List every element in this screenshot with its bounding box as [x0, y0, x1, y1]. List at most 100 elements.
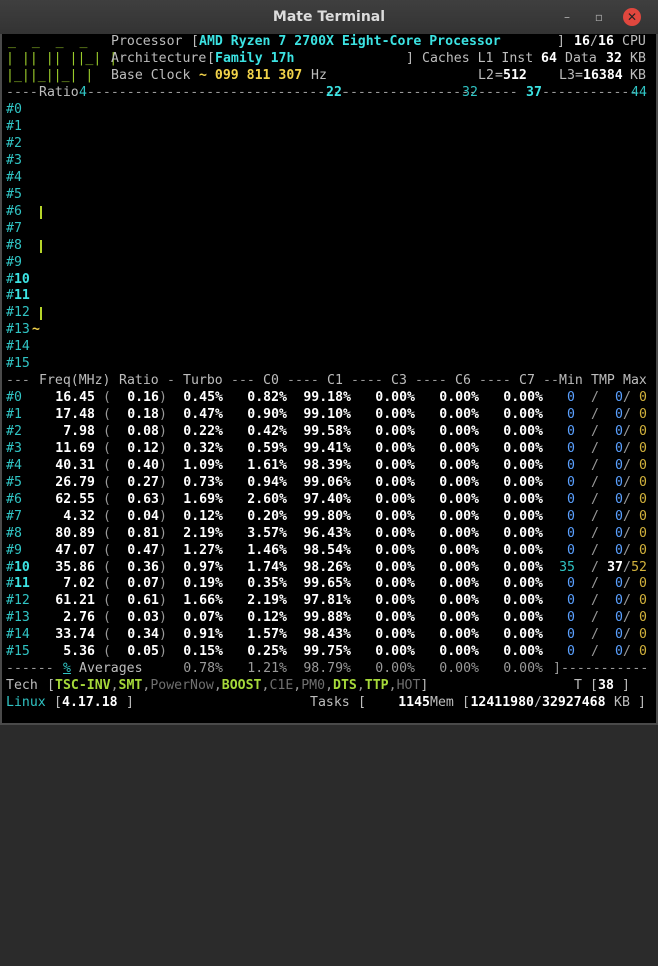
cell-min: 0: [567, 423, 575, 439]
maximize-button[interactable]: ▫: [590, 8, 608, 26]
table-row: #11() 7.02 0.07 0.19% 0.35% 99.65% 0.00% 0.00% 0…: [6, 576, 647, 592]
arch-value: Family 17h: [215, 51, 295, 66]
left-border: [0, 34, 2, 725]
cell-c1: 99.58%: [303, 423, 351, 439]
core-id: #10: [6, 271, 30, 287]
avg-c0: 1.21%: [247, 661, 287, 676]
core-id: #11: [6, 288, 30, 304]
ratio-bar: [40, 205, 42, 219]
cell-min: 0: [567, 542, 575, 558]
cell-tmp: 0: [615, 627, 623, 643]
col-turbo: Turbo: [183, 373, 223, 388]
cell-c6: 0.00%: [439, 406, 479, 422]
core-id: #2: [6, 135, 22, 151]
avg-c1: 98.79%: [303, 661, 351, 676]
tech-flag: TTP: [364, 678, 389, 693]
cell-c6: 0.00%: [439, 644, 479, 660]
cell-c1: 97.40%: [303, 491, 351, 507]
l3-label: L3: [559, 68, 575, 83]
cell-turbo: 0.97%: [183, 559, 223, 575]
cell-c0: 0.35%: [247, 576, 287, 592]
title-bar[interactable]: Mate Terminal – ▫ ✕: [0, 0, 658, 34]
cell-freq: 61.21: [55, 593, 95, 609]
cell-c7: 0.00%: [503, 525, 543, 541]
cell-freq: 17.48: [55, 406, 95, 422]
table-row: #8() 80.89 0.81 2.19% 3.57% 96.43% 0.00% 0.00% 0…: [6, 525, 647, 541]
table-row: #1() 17.48 0.18 0.47% 0.90% 99.10% 0.00% 0.00% 0…: [6, 406, 647, 422]
row-core-id: #10: [6, 559, 30, 575]
cell-ratio: 0.81: [127, 525, 159, 541]
cell-c3: 0.00%: [375, 525, 415, 541]
table-row: #5() 26.79 0.27 0.73% 0.94% 99.06% 0.00% 0.00% 0…: [6, 474, 647, 490]
cell-c3: 0.00%: [375, 390, 415, 405]
core-id: #5: [6, 186, 22, 202]
cell-tmp: 0: [615, 508, 623, 524]
table-row: #12() 61.21 0.61 1.66% 2.19% 97.81% 0.00% 0.00%…: [6, 593, 647, 609]
cell-min: 0: [567, 406, 575, 422]
cell-tmp: 0: [615, 457, 623, 473]
cell-c3: 0.00%: [375, 474, 415, 490]
averages-label: Averages: [79, 661, 143, 676]
mem-unit: KB: [614, 695, 630, 710]
col-ratio: Ratio: [119, 373, 159, 388]
cell-ratio: 0.03: [127, 610, 159, 626]
cell-ratio: 0.07: [127, 576, 159, 592]
cell-min: 0: [567, 610, 575, 626]
cell-max: 0: [639, 627, 647, 643]
tech-flags: TSC-INV,SMT,PowerNow,BOOST,C1E,PM0,DTS,T…: [55, 678, 429, 693]
cell-min: 35: [559, 559, 575, 575]
cell-ratio: 0.61: [127, 593, 159, 609]
cell-c1: 99.06%: [303, 474, 351, 490]
core-id: #12: [6, 305, 30, 321]
close-button[interactable]: ✕: [623, 8, 641, 26]
cell-c7: 0.00%: [503, 474, 543, 490]
cell-ratio: 0.47: [127, 542, 159, 558]
row-core-id: #5: [6, 474, 22, 490]
core-id: #3: [6, 152, 22, 168]
data-label: Data: [565, 51, 597, 66]
row-core-id: #0: [6, 390, 22, 405]
t-value: 38: [598, 678, 614, 693]
ratio-tilde: ~: [32, 322, 40, 338]
cell-max: 0: [639, 610, 647, 626]
cell-freq: 80.89: [55, 525, 95, 541]
cell-turbo: 0.12%: [183, 508, 223, 524]
ratio-mark-4: 4: [79, 85, 87, 100]
cell-tmp: 0: [615, 610, 623, 626]
cell-c7: 0.00%: [503, 423, 543, 439]
table-row: #14() 33.74 0.34 0.91% 1.57% 98.43% 0.00% 0.00%…: [6, 627, 647, 643]
avg-turbo: 0.78%: [183, 661, 223, 676]
row-core-id: #13: [6, 610, 30, 626]
cell-c0: 2.19%: [247, 593, 287, 609]
minimize-button[interactable]: –: [558, 8, 576, 26]
row-core-id: #15: [6, 644, 30, 660]
row-core-id: #6: [6, 491, 22, 507]
table-row: #6() 62.55 0.63 1.69% 2.60% 97.40% 0.00% 0.00% 0…: [6, 491, 647, 507]
core-id: #7: [6, 220, 22, 236]
cell-c7: 0.00%: [503, 390, 543, 405]
averages-row: ------ % Averages 0.78% 1.21% 98.79% 0.0…: [6, 661, 649, 678]
cell-min: 0: [567, 390, 575, 405]
cell-freq: 26.79: [55, 474, 95, 490]
cell-c1: 99.88%: [303, 610, 351, 626]
cell-tmp: 0: [615, 491, 623, 507]
cell-tmp: 0: [615, 423, 623, 439]
col-c3: C3: [391, 373, 407, 388]
col-c6: C6: [455, 373, 471, 388]
cell-c6: 0.00%: [439, 627, 479, 643]
cell-freq: 2.76: [63, 610, 95, 626]
cell-c6: 0.00%: [439, 593, 479, 609]
terminal-screen[interactable]: _ _ _ _ Processor [ AMD Ryzen 7 2700X Ei…: [6, 34, 652, 718]
row-core-id: #3: [6, 440, 22, 456]
cell-max: 0: [639, 423, 647, 439]
caches-label: Caches L1 Inst: [422, 51, 534, 66]
row-core-id: #8: [6, 525, 22, 541]
cell-c6: 0.00%: [439, 610, 479, 626]
cell-c7: 0.00%: [503, 440, 543, 456]
percent-toggle[interactable]: %: [63, 661, 71, 678]
cell-min: 0: [567, 525, 575, 541]
ratio-label: Ratio: [39, 85, 79, 100]
col-max: Max: [623, 373, 647, 388]
cell-c1: 99.75%: [303, 644, 351, 660]
cell-min: 0: [567, 627, 575, 643]
